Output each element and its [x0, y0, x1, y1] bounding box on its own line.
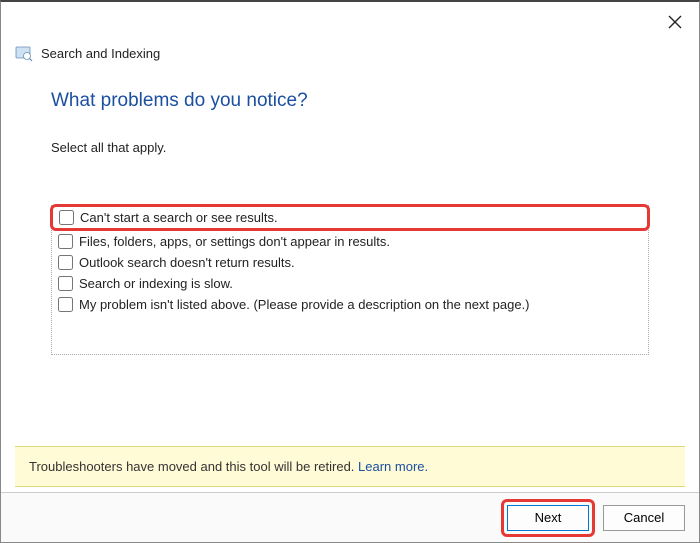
option-label: My problem isn't listed above. (Please p…	[79, 297, 530, 312]
option-checkbox[interactable]	[58, 276, 73, 291]
option-outlook-search[interactable]: Outlook search doesn't return results.	[52, 252, 648, 273]
search-indexing-icon	[15, 44, 33, 62]
notice-text: Troubleshooters have moved and this tool…	[29, 459, 358, 474]
close-icon	[668, 15, 682, 29]
header-title: Search and Indexing	[41, 46, 160, 61]
option-checkbox[interactable]	[58, 297, 73, 312]
deprecation-notice: Troubleshooters have moved and this tool…	[15, 446, 685, 487]
content-area: What problems do you notice? Select all …	[1, 62, 699, 355]
instruction-text: Select all that apply.	[51, 140, 649, 155]
option-label: Outlook search doesn't return results.	[79, 255, 295, 270]
problem-options-list: Can't start a search or see results. Fil…	[51, 205, 649, 355]
option-cant-start-search[interactable]: Can't start a search or see results.	[50, 204, 650, 231]
option-not-listed[interactable]: My problem isn't listed above. (Please p…	[52, 294, 648, 315]
header-row: Search and Indexing	[1, 42, 699, 62]
option-files-not-appear[interactable]: Files, folders, apps, or settings don't …	[52, 231, 648, 252]
option-label: Search or indexing is slow.	[79, 276, 233, 291]
close-button[interactable]	[661, 8, 689, 36]
troubleshooter-window: Search and Indexing What problems do you…	[0, 0, 700, 543]
option-checkbox[interactable]	[59, 210, 74, 225]
option-label: Can't start a search or see results.	[80, 210, 278, 225]
option-label: Files, folders, apps, or settings don't …	[79, 234, 390, 249]
titlebar	[1, 2, 699, 42]
page-heading: What problems do you notice?	[51, 90, 649, 112]
cancel-button[interactable]: Cancel	[603, 505, 685, 531]
learn-more-link[interactable]: Learn more.	[358, 459, 428, 474]
button-bar: Next Cancel	[1, 492, 699, 542]
option-indexing-slow[interactable]: Search or indexing is slow.	[52, 273, 648, 294]
option-checkbox[interactable]	[58, 255, 73, 270]
option-checkbox[interactable]	[58, 234, 73, 249]
next-button-highlight: Next	[501, 499, 595, 537]
next-button[interactable]: Next	[507, 505, 589, 531]
